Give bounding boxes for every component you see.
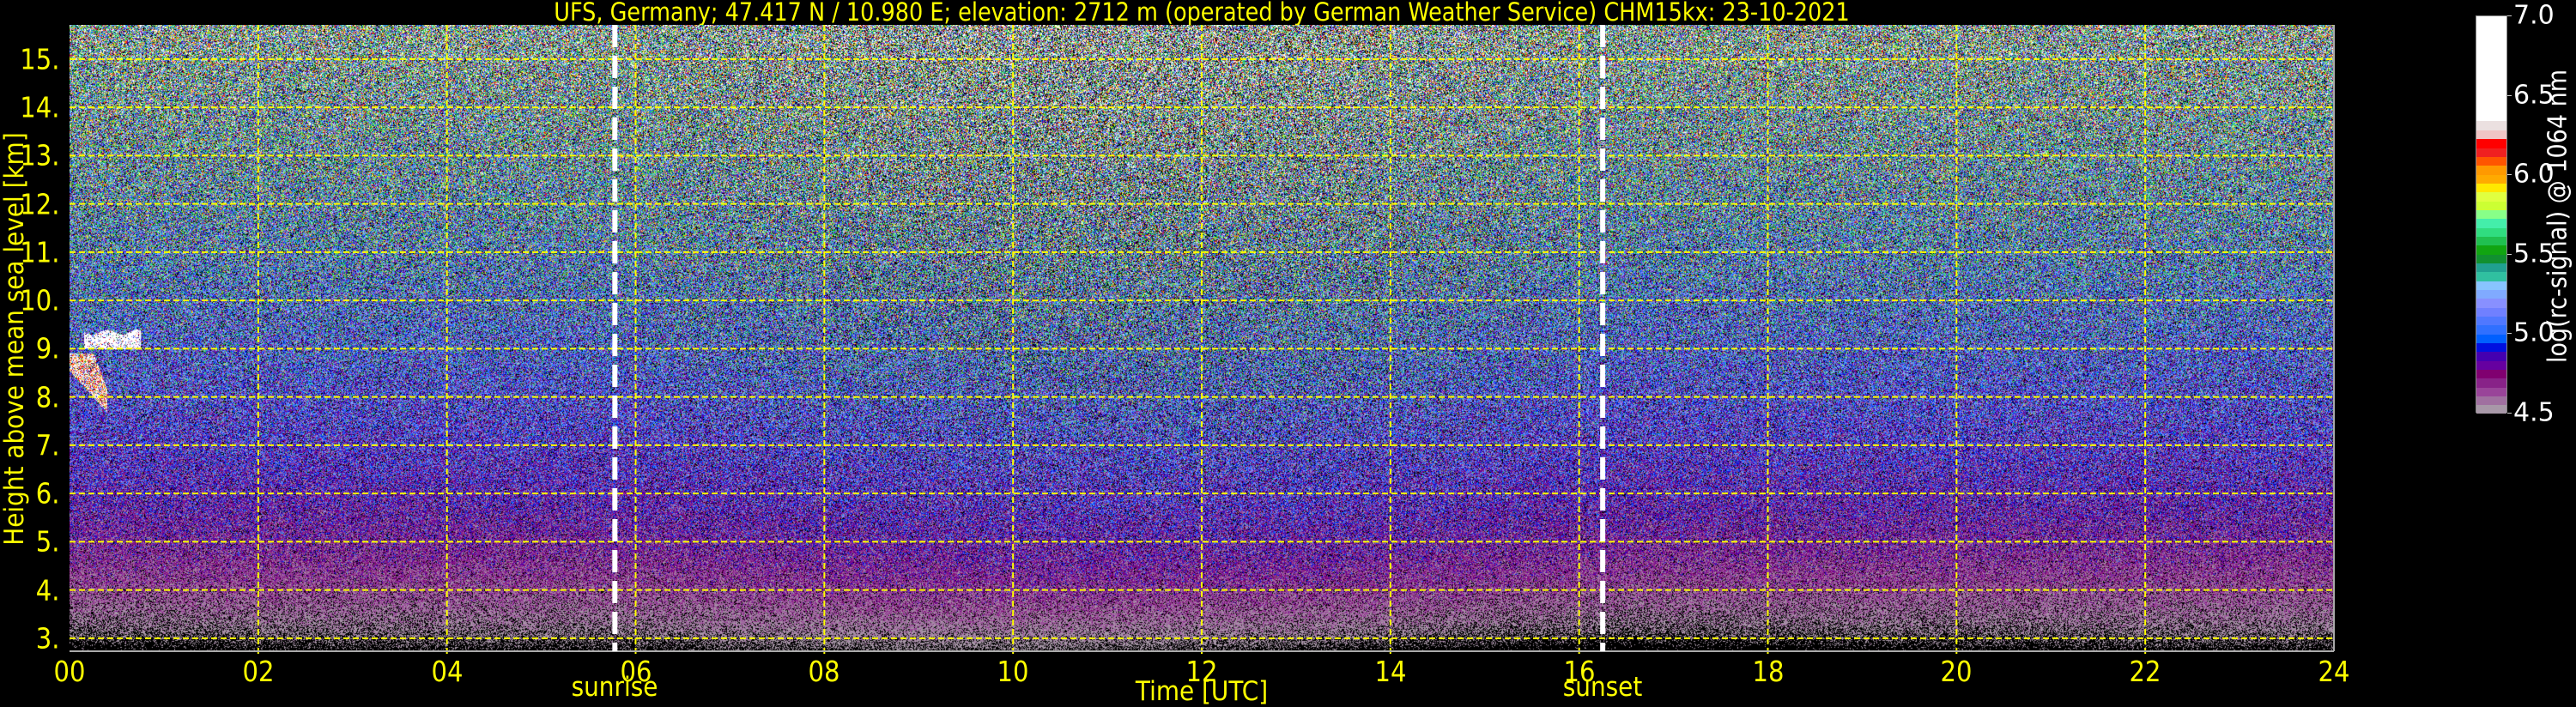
y-tick-label: 6. (35, 476, 59, 511)
x-tick-label: 22 (2129, 655, 2161, 688)
grid-overlay (70, 25, 2335, 656)
colorbar-segment (2476, 254, 2506, 263)
colorbar-segment (2476, 138, 2506, 148)
y-tick-label: 15. (19, 42, 59, 76)
colorbar-tick-label: 4.5 (2513, 397, 2555, 428)
colorbar-tick-label: 7.0 (2513, 0, 2555, 31)
sunset-label: sunset (1562, 672, 1643, 703)
plot-area (70, 25, 2335, 656)
y-tick-label: 14. (19, 90, 59, 124)
x-tick-label: 02 (242, 655, 275, 688)
colorbar-segment (2476, 148, 2506, 158)
y-tick-label: 4. (35, 573, 59, 607)
x-tick-label: 24 (2318, 655, 2350, 688)
sunrise-label: sunrise (571, 672, 658, 703)
colorbar-segment (2476, 236, 2506, 246)
y-tick-label: 3. (35, 621, 59, 656)
colorbar-tick-mark (2507, 413, 2512, 414)
y-tick-label: 7. (35, 428, 59, 462)
x-tick-label: 08 (808, 655, 840, 688)
colorbar-segment (2476, 378, 2506, 388)
colorbar-segment (2476, 298, 2506, 308)
colorbar-segment (2476, 360, 2506, 370)
colorbar-segment (2476, 334, 2506, 343)
x-tick-label: 14 (1374, 655, 1407, 688)
colorbar (2476, 15, 2507, 414)
colorbar-segment (2476, 281, 2506, 290)
colorbar-segment (2476, 271, 2506, 281)
colorbar-segment (2476, 16, 2506, 122)
x-tick-label: 00 (53, 655, 86, 688)
colorbar-segment (2476, 130, 2506, 140)
colorbar-tick-mark (2507, 174, 2512, 176)
y-tick-label: 5. (35, 524, 59, 559)
x-tick-label: 20 (1940, 655, 1973, 688)
colorbar-segment (2476, 396, 2506, 406)
chart-title: UFS, Germany; 47.417 N / 10.980 E; eleva… (554, 0, 1850, 27)
colorbar-segment (2476, 165, 2506, 175)
x-tick-label: 18 (1752, 655, 1784, 688)
colorbar-tick-mark (2507, 15, 2512, 16)
colorbar-segment (2476, 209, 2506, 220)
colorbar-tick-mark (2507, 333, 2512, 335)
colorbar-segment (2476, 183, 2506, 193)
x-axis-label: Time [UTC] (1135, 676, 1269, 707)
colorbar-segment (2476, 156, 2506, 166)
colorbar-segment (2476, 351, 2506, 361)
y-tick-label: 9. (35, 331, 59, 366)
y-tick-label: 8. (35, 380, 59, 414)
colorbar-segment (2476, 227, 2506, 237)
colorbar-label: log(rc-signal) @ 1064 nm (2543, 69, 2573, 364)
colorbar-segment (2476, 174, 2506, 184)
colorbar-segment (2476, 289, 2506, 299)
colorbar-segment (2476, 307, 2506, 317)
colorbar-segment (2476, 342, 2506, 353)
colorbar-segment (2476, 324, 2506, 335)
colorbar-segment (2476, 218, 2506, 228)
colorbar-segment (2476, 121, 2506, 131)
colorbar-segment (2476, 387, 2506, 396)
x-tick-label: 04 (431, 655, 464, 688)
colorbar-segment (2476, 245, 2506, 255)
colorbar-segment (2476, 263, 2506, 273)
colorbar-tick-mark (2507, 94, 2512, 96)
x-tick-label: 10 (997, 655, 1029, 688)
colorbar-segment (2476, 404, 2506, 414)
y-axis-label: Height above mean sea level [km] (0, 132, 30, 546)
colorbar-segment (2476, 191, 2506, 202)
colorbar-segment (2476, 201, 2506, 210)
colorbar-tick-mark (2507, 253, 2512, 255)
colorbar-segment (2476, 316, 2506, 326)
colorbar-segment (2476, 369, 2506, 379)
